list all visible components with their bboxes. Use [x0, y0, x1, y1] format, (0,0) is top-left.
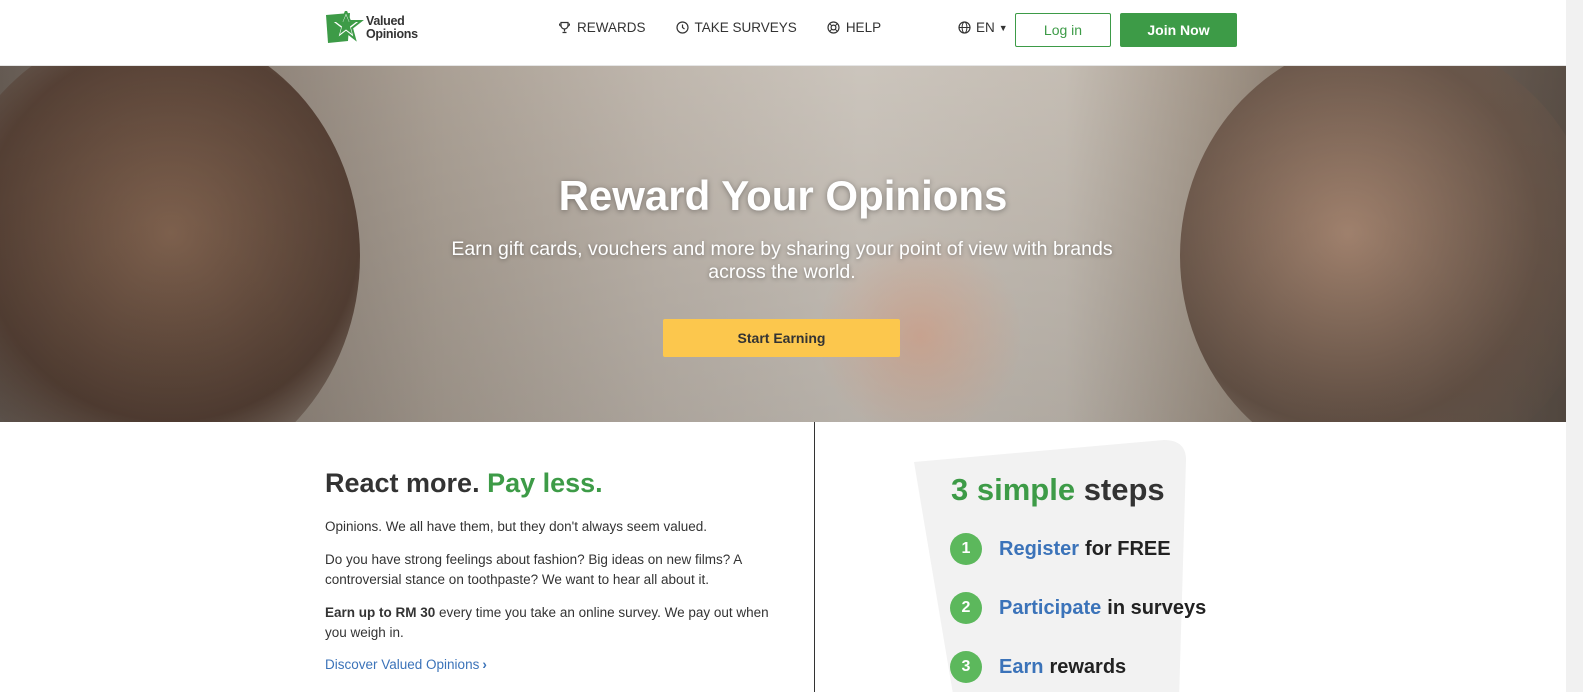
step-text-1: for FREE	[1085, 537, 1171, 560]
steps-title-green: 3 simple	[951, 472, 1076, 507]
logo[interactable]: Valued Opinions	[324, 8, 424, 46]
scrollbar[interactable]	[1566, 0, 1583, 692]
earn-amount: Earn up to RM 30	[325, 605, 436, 620]
language-label: EN	[976, 20, 995, 35]
intro-paragraph-3: Earn up to RM 30 every time you take an …	[325, 603, 785, 643]
chevron-right-icon: ›	[482, 657, 487, 672]
discover-link-label: Discover Valued Opinions	[325, 657, 480, 672]
main-nav: REWARDS TAKE SURVEYS HELP	[558, 20, 911, 35]
logo-line-2: Opinions	[366, 27, 418, 41]
steps-title: 3 simple steps	[951, 472, 1165, 508]
step-item-1: 1 Register for FREE	[950, 533, 1171, 565]
section-divider	[814, 422, 815, 692]
language-selector[interactable]: EN ▼	[958, 20, 1008, 35]
site-header: Valued Opinions REWARDS TAKE SURVEYS HEL…	[0, 0, 1583, 66]
join-now-button[interactable]: Join Now	[1120, 13, 1237, 47]
hero-banner: Reward Your Opinions Earn gift cards, vo…	[0, 66, 1566, 422]
intro-heading-part2: Pay less.	[487, 468, 603, 498]
nav-take-surveys[interactable]: TAKE SURVEYS	[675, 20, 797, 35]
step-item-3: 3 Earn rewards	[950, 651, 1126, 683]
globe-icon	[958, 21, 971, 34]
steps-title-rest: steps	[1083, 472, 1165, 507]
logo-star-icon	[324, 8, 364, 45]
step-number-1: 1	[950, 533, 982, 565]
step-action-3: Earn	[999, 655, 1044, 678]
hero-subtitle: Earn gift cards, vouchers and more by sh…	[451, 238, 1113, 283]
caret-down-icon: ▼	[998, 22, 1008, 33]
step-text-2: in surveys	[1107, 596, 1207, 619]
nav-help-label: HELP	[845, 20, 882, 35]
intro-heading-part1: React more.	[325, 468, 480, 498]
hero-title: Reward Your Opinions	[558, 172, 1008, 219]
start-earning-button[interactable]: Start Earning	[663, 319, 900, 357]
nav-rewards-label: REWARDS	[577, 20, 646, 35]
step-number-3: 3	[950, 651, 982, 683]
trophy-icon	[558, 21, 571, 34]
intro-heading: React more. Pay less.	[325, 468, 785, 499]
nav-help[interactable]: HELP	[827, 20, 881, 35]
logo-text: Valued Opinions	[366, 15, 418, 41]
step-action-2: Participate	[999, 596, 1102, 619]
intro-paragraph-2: Do you have strong feelings about fashio…	[325, 552, 742, 587]
step-action-1: Register	[999, 537, 1080, 560]
step-number-2: 2	[950, 592, 982, 624]
lifebuoy-icon	[827, 21, 840, 34]
intro-section: React more. Pay less. Opinions. We all h…	[325, 468, 785, 674]
intro-paragraph-1: Opinions. We all have them, but they don…	[325, 519, 708, 534]
nav-rewards[interactable]: REWARDS	[558, 20, 646, 35]
login-button[interactable]: Log in	[1015, 13, 1111, 47]
step-text-3: rewards	[1049, 655, 1127, 678]
discover-link[interactable]: Discover Valued Opinions ›	[325, 657, 487, 672]
nav-take-surveys-label: TAKE SURVEYS	[694, 20, 797, 35]
clock-icon	[675, 21, 689, 34]
step-item-2: 2 Participate in surveys	[950, 592, 1206, 624]
